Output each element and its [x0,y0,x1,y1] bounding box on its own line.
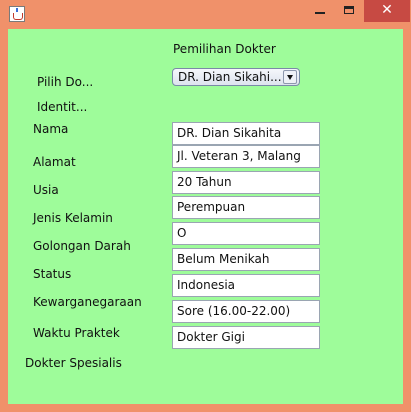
doctor-select-label: Pilih Do... [37,75,94,89]
name-field[interactable]: DR. Dian Sikahita [172,122,320,145]
minimize-button[interactable] [305,0,335,22]
citizenship-label: Kewarganegaraan [33,295,142,309]
specialist-label: Dokter Spesialis [25,356,122,370]
blood-type-field[interactable]: O [172,222,320,245]
title-bar: ✕ [0,0,411,29]
age-field[interactable]: 20 Tahun [172,171,320,194]
age-label: Usia [33,183,59,197]
practice-time-label: Waktu Praktek [33,326,120,340]
maximize-button[interactable] [336,0,364,22]
page-title: Pemilihan Dokter [173,42,276,56]
name-label: Nama [33,122,69,136]
close-button[interactable]: ✕ [364,0,410,22]
marital-status-label: Status [33,267,72,281]
citizenship-field[interactable]: Indonesia [172,274,320,297]
chevron-down-icon[interactable] [283,70,297,84]
close-icon: ✕ [381,2,393,18]
address-label: Alamat [33,155,76,169]
specialist-field[interactable]: Dokter Gigi [172,326,320,349]
identity-label: Identit... [37,100,88,114]
java-cup-icon [9,6,25,22]
practice-time-field[interactable]: Sore (16.00-22.00) [172,300,320,323]
maximize-icon [344,6,354,14]
gender-label: Jenis Kelamin [33,211,113,225]
doctor-select-value: DR. Dian Sikahi... [178,70,282,84]
blood-type-label: Golongan Darah [33,239,131,253]
minimize-icon [315,12,325,14]
address-field[interactable]: Jl. Veteran 3, Malang [172,145,320,168]
window-border [0,404,411,412]
gender-field[interactable]: Perempuan [172,196,320,219]
marital-status-field[interactable]: Belum Menikah [172,248,320,271]
doctor-select[interactable]: DR. Dian Sikahi... [172,68,300,86]
